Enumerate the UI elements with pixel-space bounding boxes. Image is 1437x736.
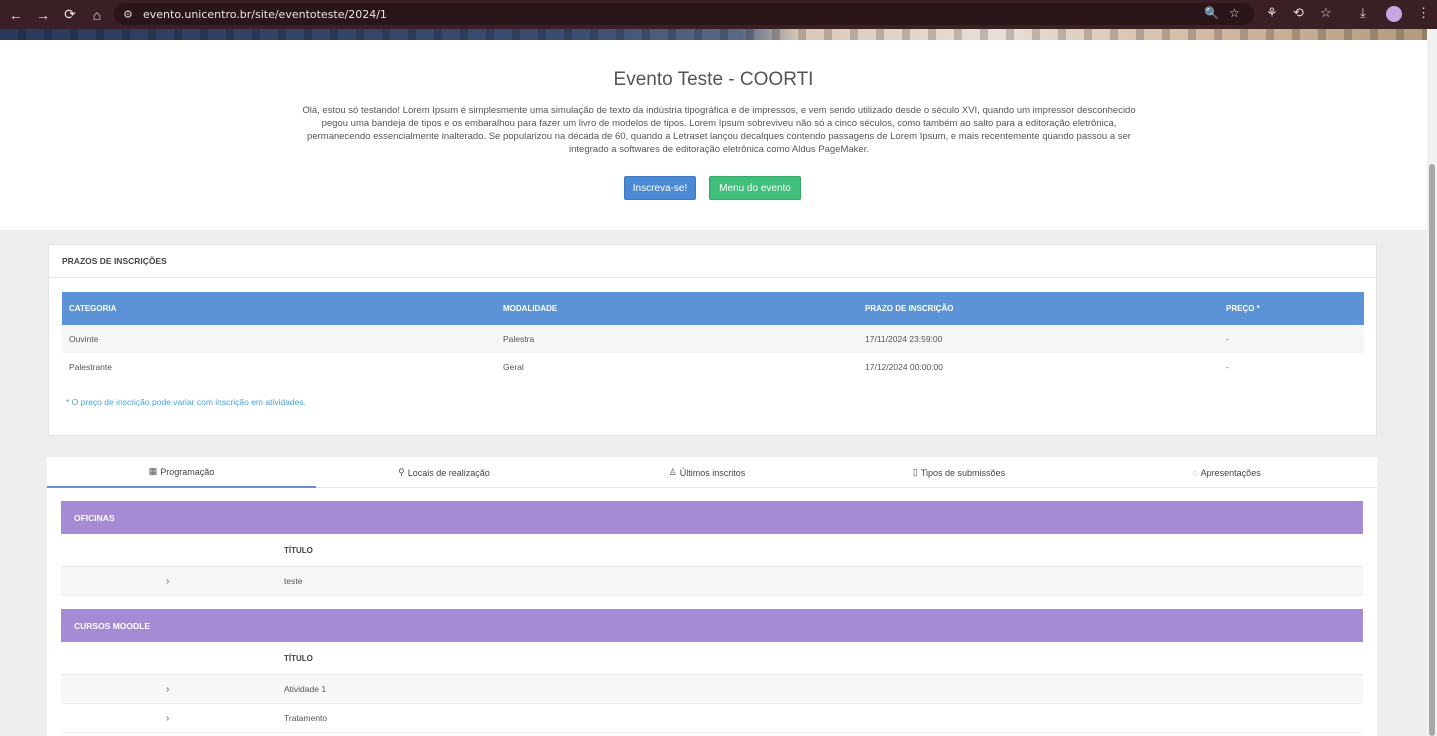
event-banner-image [0, 29, 1427, 40]
table-header: CATEGORIA MODALIDADE PRAZO DE INSCRIÇÃO … [62, 292, 1364, 325]
scrollbar-thumb[interactable] [1429, 164, 1435, 736]
activity-title: Tratamento [284, 713, 328, 723]
bookmarks-icon[interactable]: ☆ [1320, 5, 1332, 21]
forward-icon[interactable]: → [32, 4, 54, 26]
tab-locais[interactable]: ⚲ Locais de realização [316, 457, 572, 488]
event-title: Evento Teste - COORTI [613, 69, 814, 90]
event-hero: Evento Teste - COORTI Olá, estou só test… [0, 40, 1427, 230]
reload-icon[interactable]: ⟳ [59, 4, 81, 26]
col-header-modalidade: MODALIDADE [503, 304, 558, 313]
registration-deadlines-panel: PRAZOS DE INSCRIÇÕES CATEGORIA MODALIDAD… [48, 244, 1377, 436]
activity-title: teste [284, 576, 303, 586]
comments-icon: ◌ [1192, 467, 1198, 478]
divider [49, 277, 1376, 278]
zoom-icon[interactable]: 🔍 [1204, 6, 1219, 20]
tab-apresentacoes[interactable]: ◌ Apresentações [1076, 457, 1377, 488]
col-header-categoria: CATEGORIA [69, 304, 117, 313]
chevron-right-icon[interactable]: › [166, 713, 169, 724]
bookmark-star-icon[interactable]: ☆ [1229, 6, 1240, 20]
list-item[interactable]: › teste [61, 567, 1363, 596]
page-scrollbar[interactable] [1427, 29, 1437, 736]
tab-tipos-submissoes[interactable]: ▯ Tipos de submissões [842, 457, 1076, 488]
menu-icon[interactable]: ⋮ [1417, 5, 1430, 21]
profile-avatar[interactable] [1386, 6, 1402, 22]
tab-label: Apresentações [1200, 467, 1261, 478]
extensions-icon[interactable]: ⚘ [1266, 5, 1278, 21]
column-title: TÍTULO [284, 654, 313, 663]
column-title: TÍTULO [284, 546, 313, 555]
cell-preco: - [1226, 362, 1229, 372]
cell-modalidade: Palestra [503, 334, 535, 344]
chevron-right-icon[interactable]: › [166, 576, 169, 587]
col-header-prazo: PRAZO DE INSCRIÇÃO [865, 304, 954, 313]
event-tabs: ▦ Programação ⚲ Locais de realização ♙ Ú… [47, 457, 1377, 488]
cell-modalidade: Geral [503, 362, 524, 372]
cell-categoria: Ouvinte [69, 334, 99, 344]
file-icon: ▯ [912, 467, 918, 477]
history-icon[interactable]: ⟲ [1293, 5, 1304, 21]
event-description: Olá, estou só testando! Lorem Ipsum é si… [302, 105, 1136, 155]
tab-label: Tipos de submissões [920, 467, 1006, 478]
chevron-right-icon[interactable]: › [166, 684, 169, 695]
calendar-icon: ▦ [148, 466, 158, 476]
section-header-oficinas: OFICINAS [61, 501, 1363, 534]
address-bar[interactable]: ⚙ evento.unicentro.br/site/eventoteste/2… [114, 3, 1254, 25]
table-row: Ouvinte Palestra 17/11/2024 23:59:00 - [62, 325, 1364, 353]
back-icon[interactable]: ← [5, 4, 27, 26]
section-column-header: TÍTULO [61, 534, 1363, 567]
section-column-header: TÍTULO [61, 642, 1363, 675]
list-item[interactable]: › Tratamento [61, 704, 1363, 733]
col-header-preco: PREÇO * [1226, 304, 1260, 313]
download-icon[interactable]: ⤓ [1360, 5, 1366, 21]
deadlines-table: CATEGORIA MODALIDADE PRAZO DE INSCRIÇÃO … [62, 292, 1364, 381]
subscribe-button[interactable]: Inscreva-se! [624, 176, 696, 200]
site-info-icon[interactable]: ⚙ [123, 8, 137, 21]
program-content: OFICINAS TÍTULO › teste CURSOS MOODLE TÍ… [47, 488, 1377, 736]
home-icon[interactable]: ⌂ [86, 4, 108, 26]
cell-prazo: 17/12/2024 00:00:00 [865, 362, 943, 372]
panel-title: PRAZOS DE INSCRIÇÕES [62, 256, 167, 266]
url-text[interactable]: evento.unicentro.br/site/eventoteste/202… [143, 8, 387, 21]
activity-title: Atividade 1 [284, 684, 327, 694]
tab-label: Locais de realização [407, 467, 490, 478]
map-pin-icon: ⚲ [398, 467, 405, 477]
price-note: * O preço de inscrição pode variar com i… [66, 397, 306, 407]
cell-prazo: 17/11/2024 23:59:00 [865, 334, 943, 344]
list-item[interactable]: › Atividade 1 [61, 675, 1363, 704]
tab-label: Últimos inscritos [679, 467, 746, 478]
section-header-cursos-moodle: CURSOS MOODLE [61, 609, 1363, 642]
cell-preco: - [1226, 334, 1229, 344]
users-icon: ♙ [668, 467, 677, 477]
browser-toolbar: ← → ⟳ ⌂ ⚙ evento.unicentro.br/site/event… [0, 0, 1437, 29]
tab-label: Programação [160, 466, 215, 477]
cell-categoria: Palestrante [69, 362, 112, 372]
tab-programacao[interactable]: ▦ Programação [47, 457, 316, 488]
tab-ultimos-inscritos[interactable]: ♙ Últimos inscritos [572, 457, 842, 488]
event-menu-button[interactable]: Menu do evento [709, 176, 801, 200]
table-row: Palestrante Geral 17/12/2024 00:00:00 - [62, 353, 1364, 381]
